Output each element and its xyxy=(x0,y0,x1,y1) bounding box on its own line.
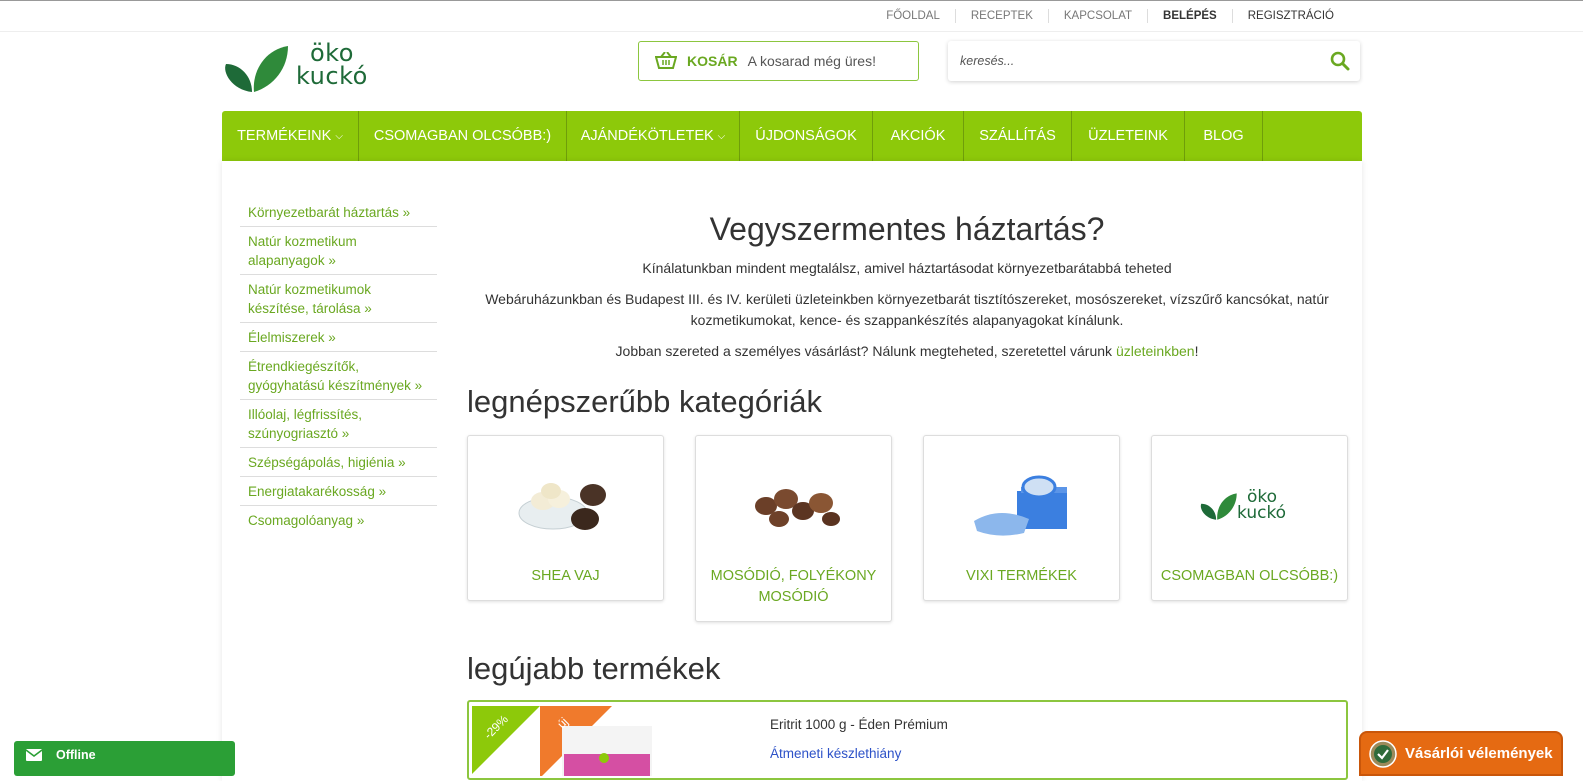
category-name: CSOMAGBAN OLCSÓBB:) xyxy=(1160,568,1339,584)
nav-label: SZÁLLÍTÁS xyxy=(979,128,1056,144)
main-nav: TERMÉKEINK ⌵ CSOMAGBAN OLCSÓBB:) AJÁNDÉKÖ… xyxy=(222,111,1362,161)
nav-label: ÜZLETEINK xyxy=(1088,128,1168,144)
nav-item-new[interactable]: ÚJDONSÁGOK xyxy=(740,111,873,161)
chat-status: Offline xyxy=(56,748,96,762)
chat-widget[interactable]: Offline xyxy=(14,741,235,776)
nav-label: TERMÉKEINK xyxy=(237,128,332,144)
nav-label: AKCIÓK xyxy=(890,128,946,144)
popular-categories-title: legnépszerűbb kategóriák xyxy=(467,384,823,419)
top-link-home[interactable]: FŐOLDAL xyxy=(871,9,955,23)
nav-item-stores[interactable]: ÜZLETEINK xyxy=(1072,111,1185,161)
search-box xyxy=(948,41,1360,81)
category-card-soapnuts[interactable]: MOSÓDIÓ, FOLYÉKONY MOSÓDIÓ xyxy=(695,435,892,622)
sidebar-item-energy[interactable]: Energiatakarékosság » xyxy=(240,477,437,506)
nav-label: ÚJDONSÁGOK xyxy=(755,128,857,144)
leaf-logo-icon xyxy=(1200,493,1237,520)
logo-text: öko kuckó xyxy=(296,41,368,90)
hero-section: Vegyszermentes háztartás? Kínálatunkban … xyxy=(467,205,1347,362)
nav-label: AJÁNDÉKÖTLETEK xyxy=(580,128,714,144)
product-name[interactable]: Eritrit 1000 g - Éden Prémium xyxy=(770,717,948,732)
category-name: VIXI TERMÉKEK xyxy=(966,568,1077,584)
cart-label: KOSÁR xyxy=(687,53,738,69)
mini-logo-line-2: kuckó xyxy=(1237,503,1287,523)
category-sidebar: Környezetbarát háztartás » Natúr kozmeti… xyxy=(240,198,437,534)
category-card-vixi[interactable]: VIXI TERMÉKEK xyxy=(923,435,1120,601)
page-title: Vegyszermentes háztartás? xyxy=(709,211,1105,247)
search-input[interactable] xyxy=(948,41,1308,81)
shea-butter-image xyxy=(518,483,606,530)
okokucko-logo-image: öko kuckó xyxy=(1197,461,1304,541)
nav-item-blog[interactable]: BLOG xyxy=(1185,111,1263,161)
hero-intro: Kínálatunkban mindent megtalálsz, amivel… xyxy=(642,260,1172,276)
category-card-shea[interactable]: SHEA VAJ xyxy=(467,435,664,601)
reviews-label: Vásárlói vélemények xyxy=(1405,745,1553,762)
sidebar-item-essential-oils[interactable]: Illóolaj, légfrissítés, szúnyogriasztó » xyxy=(240,400,437,448)
stores-link[interactable]: üzleteinkben xyxy=(1116,343,1195,359)
top-link-contact[interactable]: KAPCSOLAT xyxy=(1047,9,1147,23)
nav-item-sales[interactable]: AKCIÓK xyxy=(873,111,964,161)
top-bar: FŐOLDAL RECEPTEK KAPCSOLAT BELÉPÉS REGIS… xyxy=(0,0,1583,32)
sidebar-item-household[interactable]: Környezetbarát háztartás » xyxy=(240,198,437,227)
top-links: FŐOLDAL RECEPTEK KAPCSOLAT BELÉPÉS REGIS… xyxy=(871,9,1349,23)
top-link-register[interactable]: REGISZTRÁCIÓ xyxy=(1231,9,1349,23)
checkmark-badge-icon xyxy=(1369,739,1397,768)
sidebar-item-food[interactable]: Élelmiszerek » xyxy=(240,323,437,352)
mini-logo-text: öko kuckó xyxy=(1237,489,1287,523)
basket-icon xyxy=(655,52,677,69)
nav-item-gift-ideas[interactable]: AJÁNDÉKÖTLETEK ⌵ xyxy=(567,111,740,161)
site-logo[interactable]: öko kuckó xyxy=(222,41,367,94)
product-image[interactable]: -29% új xyxy=(472,706,687,776)
logo-line-2: kuckó xyxy=(296,62,368,90)
hero-stores-note: Jobban szereted a személyes vásárlást? N… xyxy=(467,341,1347,362)
nav-item-shipping[interactable]: SZÁLLÍTÁS xyxy=(964,111,1072,161)
sidebar-item-beauty[interactable]: Szépségápolás, higiénia » xyxy=(240,448,437,477)
chevron-down-icon: ⌵ xyxy=(717,130,726,142)
leaf-logo-icon xyxy=(225,46,288,92)
top-link-login[interactable]: BELÉPÉS xyxy=(1147,9,1232,23)
vixi-cloth-image xyxy=(974,475,1067,536)
nav-item-bundles[interactable]: CSOMAGBAN OLCSÓBB:) xyxy=(359,111,567,161)
chevron-down-icon: ⌵ xyxy=(335,130,343,142)
hero-description: Webáruházunkban és Budapest III. és IV. … xyxy=(485,291,1329,328)
nav-label: BLOG xyxy=(1203,128,1244,144)
newest-products-title: legújabb termékek xyxy=(467,651,721,686)
product-stock-status: Átmeneti készlethiány xyxy=(770,746,902,761)
nav-label: CSOMAGBAN OLCSÓBB:) xyxy=(373,128,552,144)
stores-note-end: ! xyxy=(1194,343,1199,359)
top-link-recipes[interactable]: RECEPTEK xyxy=(954,9,1048,23)
sidebar-item-cosmetic-making[interactable]: Natúr kozmetikumok készítése, tárolása » xyxy=(240,275,437,323)
nav-item-products[interactable]: TERMÉKEINK ⌵ xyxy=(222,111,359,161)
customer-reviews-button[interactable]: Vásárlói vélemények xyxy=(1359,731,1563,776)
cart-status: A kosarad még üres! xyxy=(747,53,876,69)
category-name: SHEA VAJ xyxy=(531,568,600,584)
sidebar-item-supplements[interactable]: Étrendkiegészítők, gyógyhatású készítmén… xyxy=(240,352,437,400)
envelope-icon xyxy=(26,749,42,761)
sidebar-item-cosmetic-ingredients[interactable]: Natúr kozmetikum alapanyagok » xyxy=(240,227,437,275)
cart-button[interactable]: KOSÁR A kosarad még üres! xyxy=(638,41,919,81)
category-name: MOSÓDIÓ, FOLYÉKONY MOSÓDIÓ xyxy=(710,568,877,605)
stores-note-text: Jobban szereted a személyes vásárlást? N… xyxy=(615,343,1116,359)
category-grid: SHEA VAJ MOSÓDIÓ, FOLYÉKONY MOSÓDIÓ VIXI… xyxy=(467,435,1348,625)
sidebar-item-packaging[interactable]: Csomagolóanyag » xyxy=(240,506,437,534)
search-icon[interactable] xyxy=(1330,51,1350,71)
soapnuts-image xyxy=(755,489,840,527)
category-card-bundles[interactable]: öko kuckó CSOMAGBAN OLCSÓBB:) xyxy=(1151,435,1348,601)
